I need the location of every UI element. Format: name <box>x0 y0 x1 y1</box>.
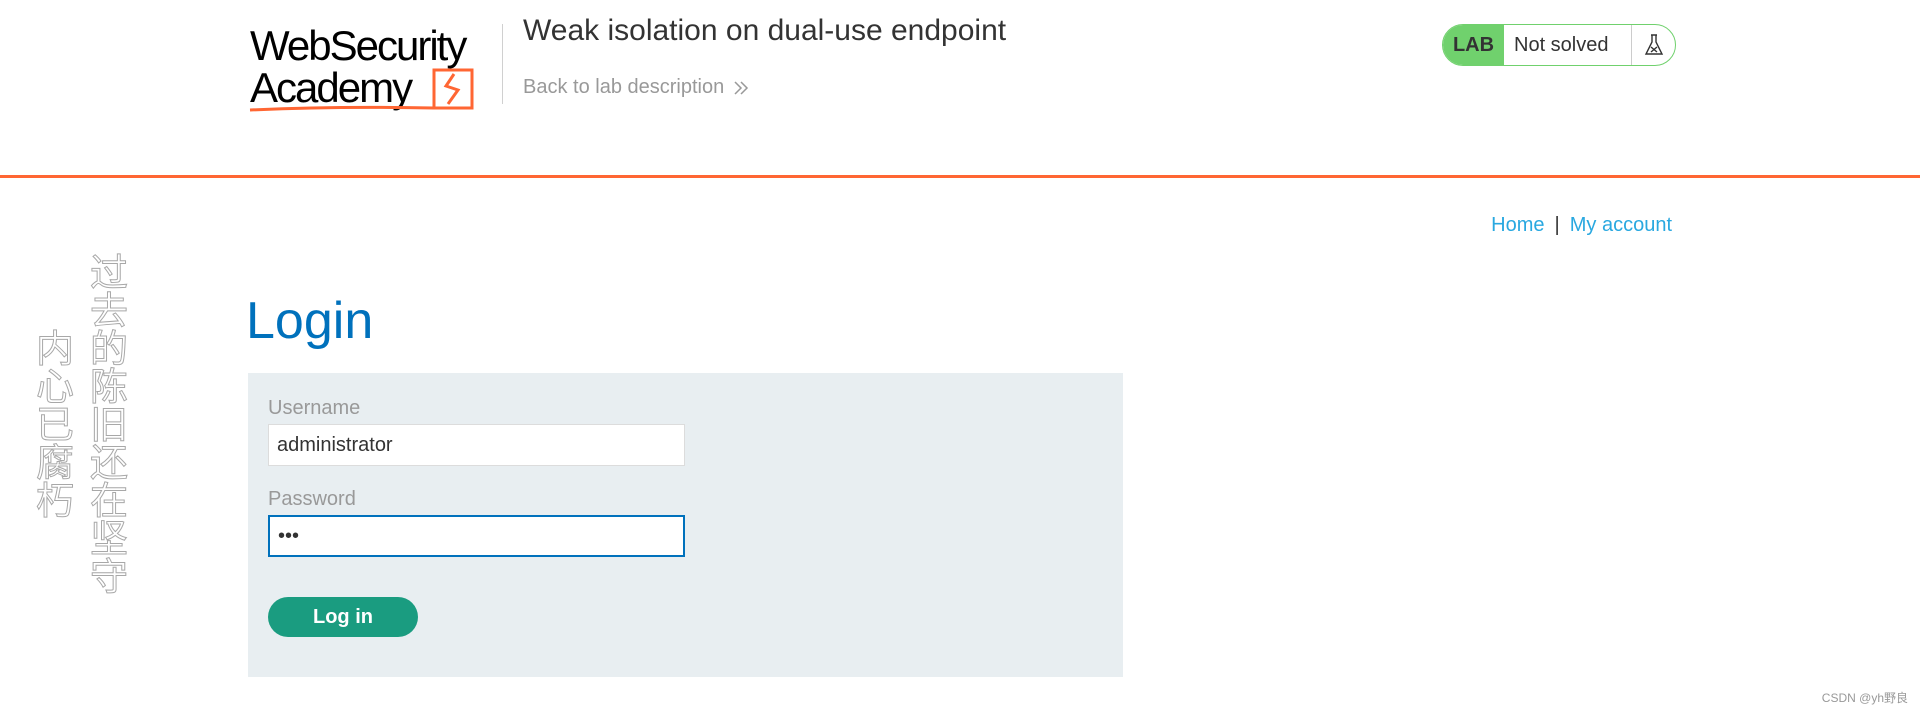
top-navigation: Home | My account <box>1491 214 1672 237</box>
watermark-char: 朽 <box>35 479 75 523</box>
page-title: Login <box>246 292 374 350</box>
username-input[interactable] <box>268 424 685 466</box>
watermark-char: 腐 <box>35 441 75 485</box>
logo-line1: WebSecurity <box>250 22 467 69</box>
watermark-char: 旧 <box>89 403 129 447</box>
logo-line2: Academy <box>250 64 413 111</box>
watermark-char: 内 <box>35 327 75 371</box>
password-input[interactable] <box>268 515 685 557</box>
double-chevron-right-icon <box>734 80 749 95</box>
flask-icon[interactable] <box>1631 25 1675 65</box>
lab-status-text: Not solved <box>1514 33 1609 56</box>
watermark-char: 守 <box>89 555 129 599</box>
nav-separator: | <box>1554 214 1560 236</box>
site-header: WebSecurity Academy Weak isolation on du… <box>0 0 1920 178</box>
watermark-char: 坚 <box>89 517 129 561</box>
lab-badge: LAB <box>1443 25 1504 65</box>
logo-divider <box>502 24 503 104</box>
my-account-link[interactable]: My account <box>1570 214 1672 237</box>
lab-status-widget: LAB Not solved <box>1442 24 1676 66</box>
watermark-char: 过 <box>89 251 129 295</box>
lab-title: Weak isolation on dual-use endpoint <box>523 14 1007 47</box>
back-to-lab-description-link[interactable]: Back to lab description <box>523 76 750 99</box>
watermark-column-right: 过去的陈旧还在坚守 <box>89 251 129 599</box>
footer-credit: CSDN @yh野良 <box>1821 691 1908 705</box>
home-link[interactable]: Home <box>1491 214 1544 237</box>
password-label: Password <box>268 488 356 510</box>
watermark-char: 的 <box>89 327 129 371</box>
log-in-button[interactable]: Log in <box>268 597 418 637</box>
back-link-label: Back to lab description <box>523 76 725 98</box>
watermark-column-left: 内心已腐朽 <box>35 327 75 523</box>
watermark-char: 还 <box>89 441 129 485</box>
watermark-char: 在 <box>89 479 129 523</box>
watermark-char: 去 <box>89 289 129 333</box>
login-form: Username Password Log in <box>248 373 1123 677</box>
watermark-char: 已 <box>35 403 75 447</box>
username-label: Username <box>268 397 361 419</box>
watermark-char: 陈 <box>89 365 129 409</box>
watermark-char: 心 <box>35 365 75 409</box>
web-security-academy-logo[interactable]: WebSecurity Academy <box>248 22 500 114</box>
lightning-mark-icon <box>432 68 474 110</box>
